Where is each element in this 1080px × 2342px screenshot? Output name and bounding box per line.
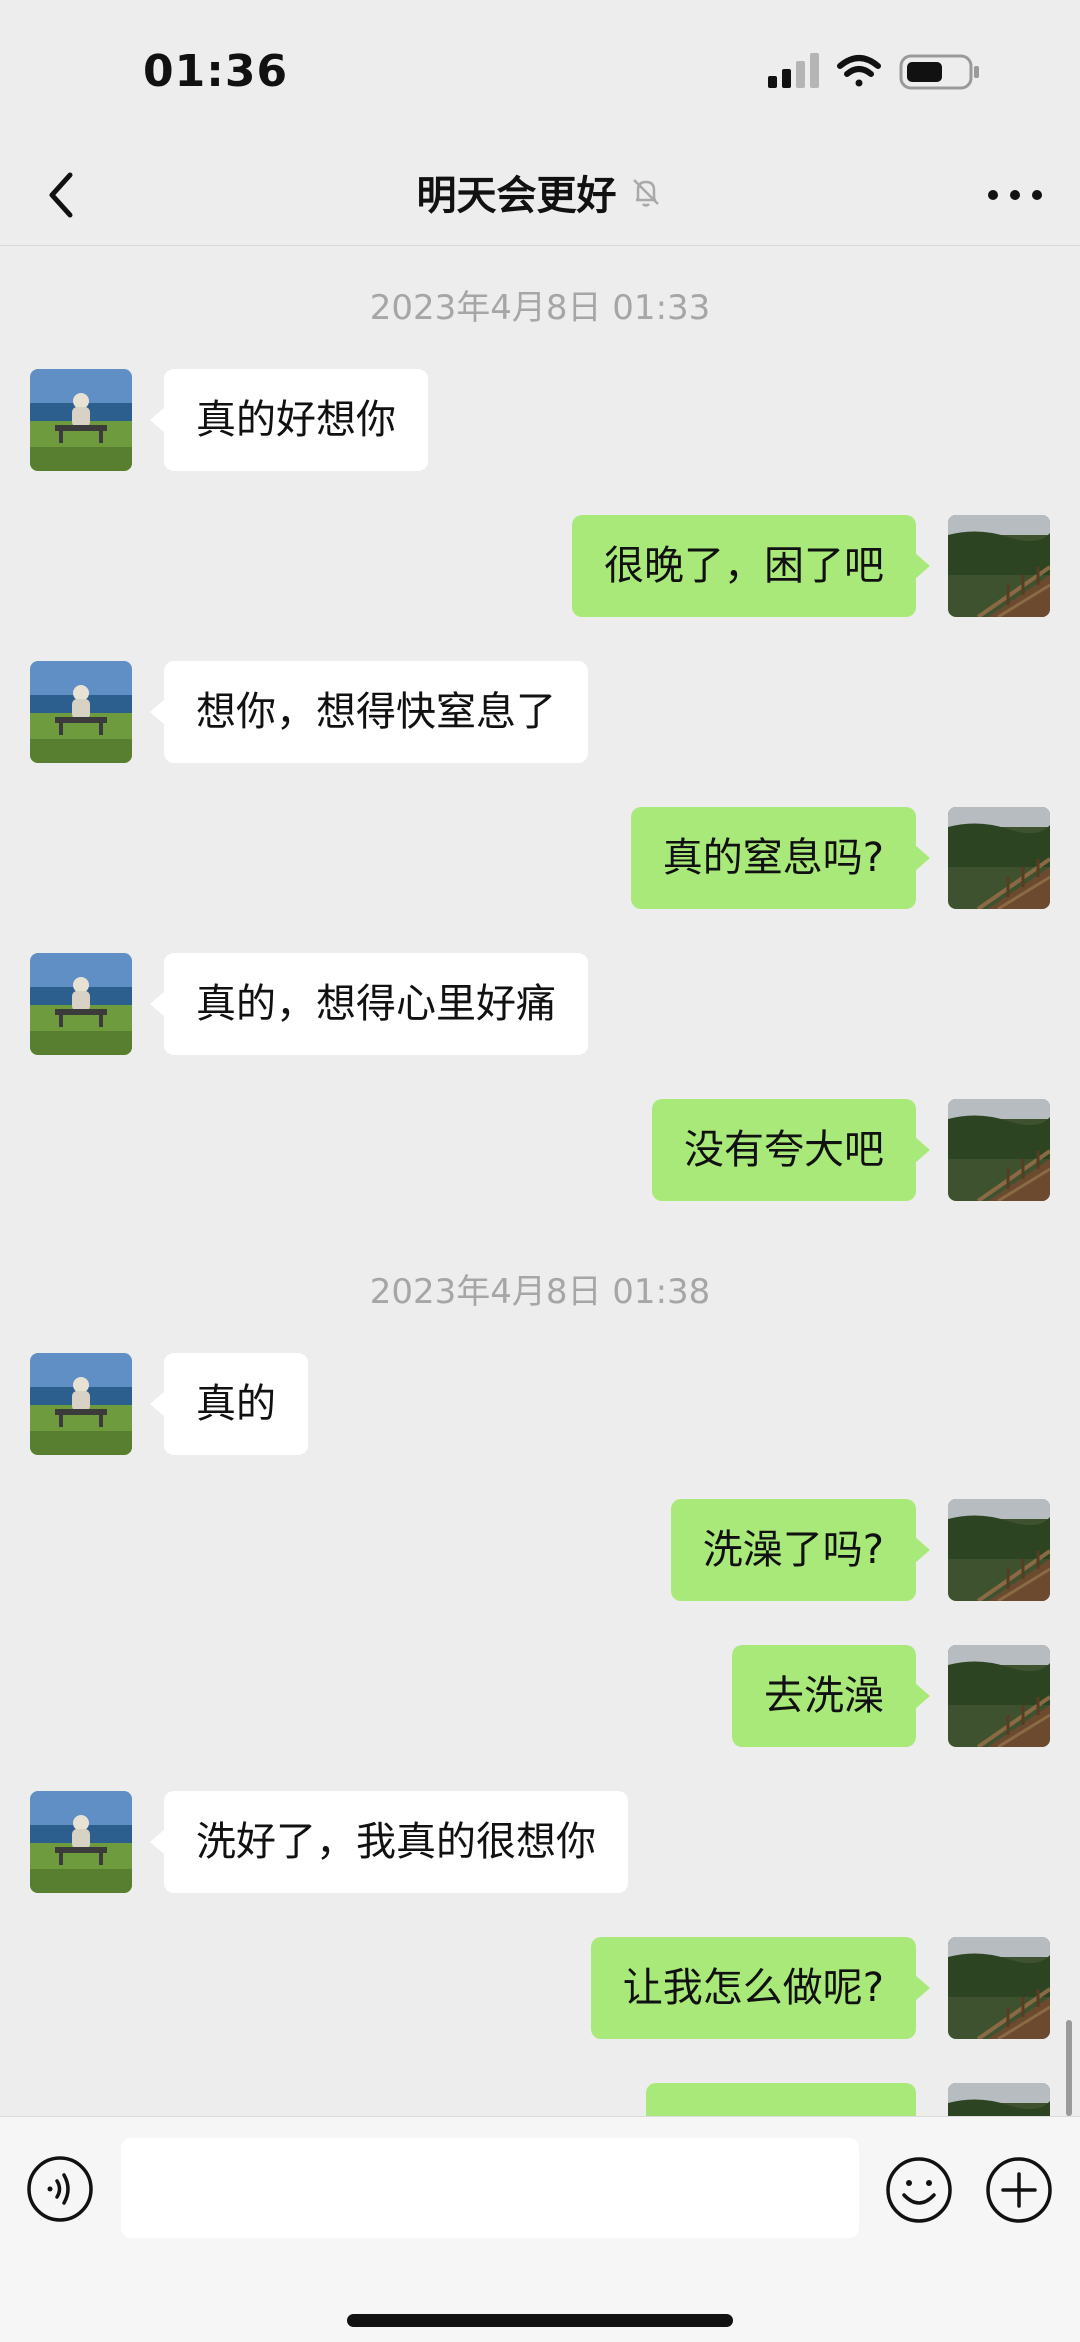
message-bubble[interactable]: 洗好了，我真的很想你 [150, 1791, 628, 1893]
wifi-icon [837, 55, 881, 87]
my-avatar[interactable] [948, 807, 1050, 909]
status-icons [768, 53, 979, 90]
message-bubble[interactable]: 去洗澡 [732, 1645, 930, 1747]
my-avatar[interactable] [948, 2083, 1050, 2116]
message-row-incoming: 真的 [0, 1353, 1080, 1457]
message-row-outgoing: 洗澡了吗? [0, 1499, 1080, 1603]
chat-title[interactable]: 明天会更好 [416, 173, 616, 219]
message-row-outgoing-partial [0, 2083, 1080, 2116]
my-avatar[interactable] [948, 1937, 1050, 2039]
bell-slash-icon [632, 179, 659, 207]
contact-avatar[interactable] [30, 953, 132, 1055]
message-bubble[interactable]: 洗澡了吗? [670, 1499, 931, 1601]
message-bubble[interactable]: 没有夸大吧 [652, 1099, 930, 1201]
contact-avatar[interactable] [30, 369, 132, 471]
more-button[interactable] [980, 163, 1050, 227]
home-indicator[interactable] [347, 2314, 733, 2327]
plus-circle-icon [986, 2157, 1052, 2223]
message-row-incoming: 真的，想得心里好痛 [0, 953, 1080, 1057]
message-bubble[interactable]: 真的窒息吗? [630, 807, 931, 909]
message-bubble[interactable]: 让我怎么做呢? [590, 1937, 931, 2039]
chat-header: 明天会更好 [0, 145, 1080, 246]
input-bar [0, 2116, 1080, 2342]
smiley-icon [886, 2157, 952, 2223]
message-bubble[interactable]: 真的好想你 [150, 369, 428, 471]
contact-avatar[interactable] [30, 1353, 132, 1455]
timestamp: 2023年4月8日 01:33 [369, 288, 711, 328]
scrollbar[interactable] [1066, 2020, 1072, 2116]
message-bubble[interactable]: 真的，想得心里好痛 [150, 953, 588, 1055]
chat-area[interactable]: 2023年4月8日 01:33 真的好想你 很晚了，困了吧 想你，想得快窒息了 … [0, 246, 1080, 2116]
contact-avatar[interactable] [30, 661, 132, 763]
my-avatar[interactable] [948, 1499, 1050, 1601]
voice-button[interactable] [26, 2155, 94, 2223]
voice-icon [27, 2156, 93, 2222]
plus-button[interactable] [984, 2155, 1054, 2225]
battery-icon [899, 54, 979, 90]
ellipsis-icon [988, 190, 1042, 200]
message-row-outgoing: 很晚了，困了吧 [0, 515, 1080, 619]
my-avatar[interactable] [948, 515, 1050, 617]
message-row-outgoing: 真的窒息吗? [0, 807, 1080, 911]
timestamp: 2023年4月8日 01:38 [369, 1272, 711, 1312]
message-input[interactable] [121, 2138, 859, 2238]
message-row-incoming: 洗好了，我真的很想你 [0, 1791, 1080, 1895]
message-row-outgoing: 让我怎么做呢? [0, 1937, 1080, 2041]
message-row-incoming: 想你，想得快窒息了 [0, 661, 1080, 765]
contact-avatar[interactable] [30, 1791, 132, 1893]
message-row-incoming: 真的好想你 [0, 369, 1080, 473]
message-bubble[interactable]: 很晚了，困了吧 [572, 515, 930, 617]
emoji-button[interactable] [884, 2155, 954, 2225]
my-avatar[interactable] [948, 1099, 1050, 1201]
my-avatar[interactable] [948, 1645, 1050, 1747]
message-bubble[interactable]: 想你，想得快窒息了 [150, 661, 588, 763]
status-time: 01:36 [143, 46, 289, 97]
message-bubble[interactable]: 真的 [150, 1353, 308, 1455]
message-row-outgoing: 去洗澡 [0, 1645, 1080, 1749]
message-bubble-partial[interactable] [646, 2083, 916, 2116]
signal-icon [768, 53, 819, 88]
title-wrap: 明天会更好 [0, 163, 1080, 227]
message-row-outgoing: 没有夸大吧 [0, 1099, 1080, 1203]
status-bar: 01:36 [0, 0, 1080, 145]
